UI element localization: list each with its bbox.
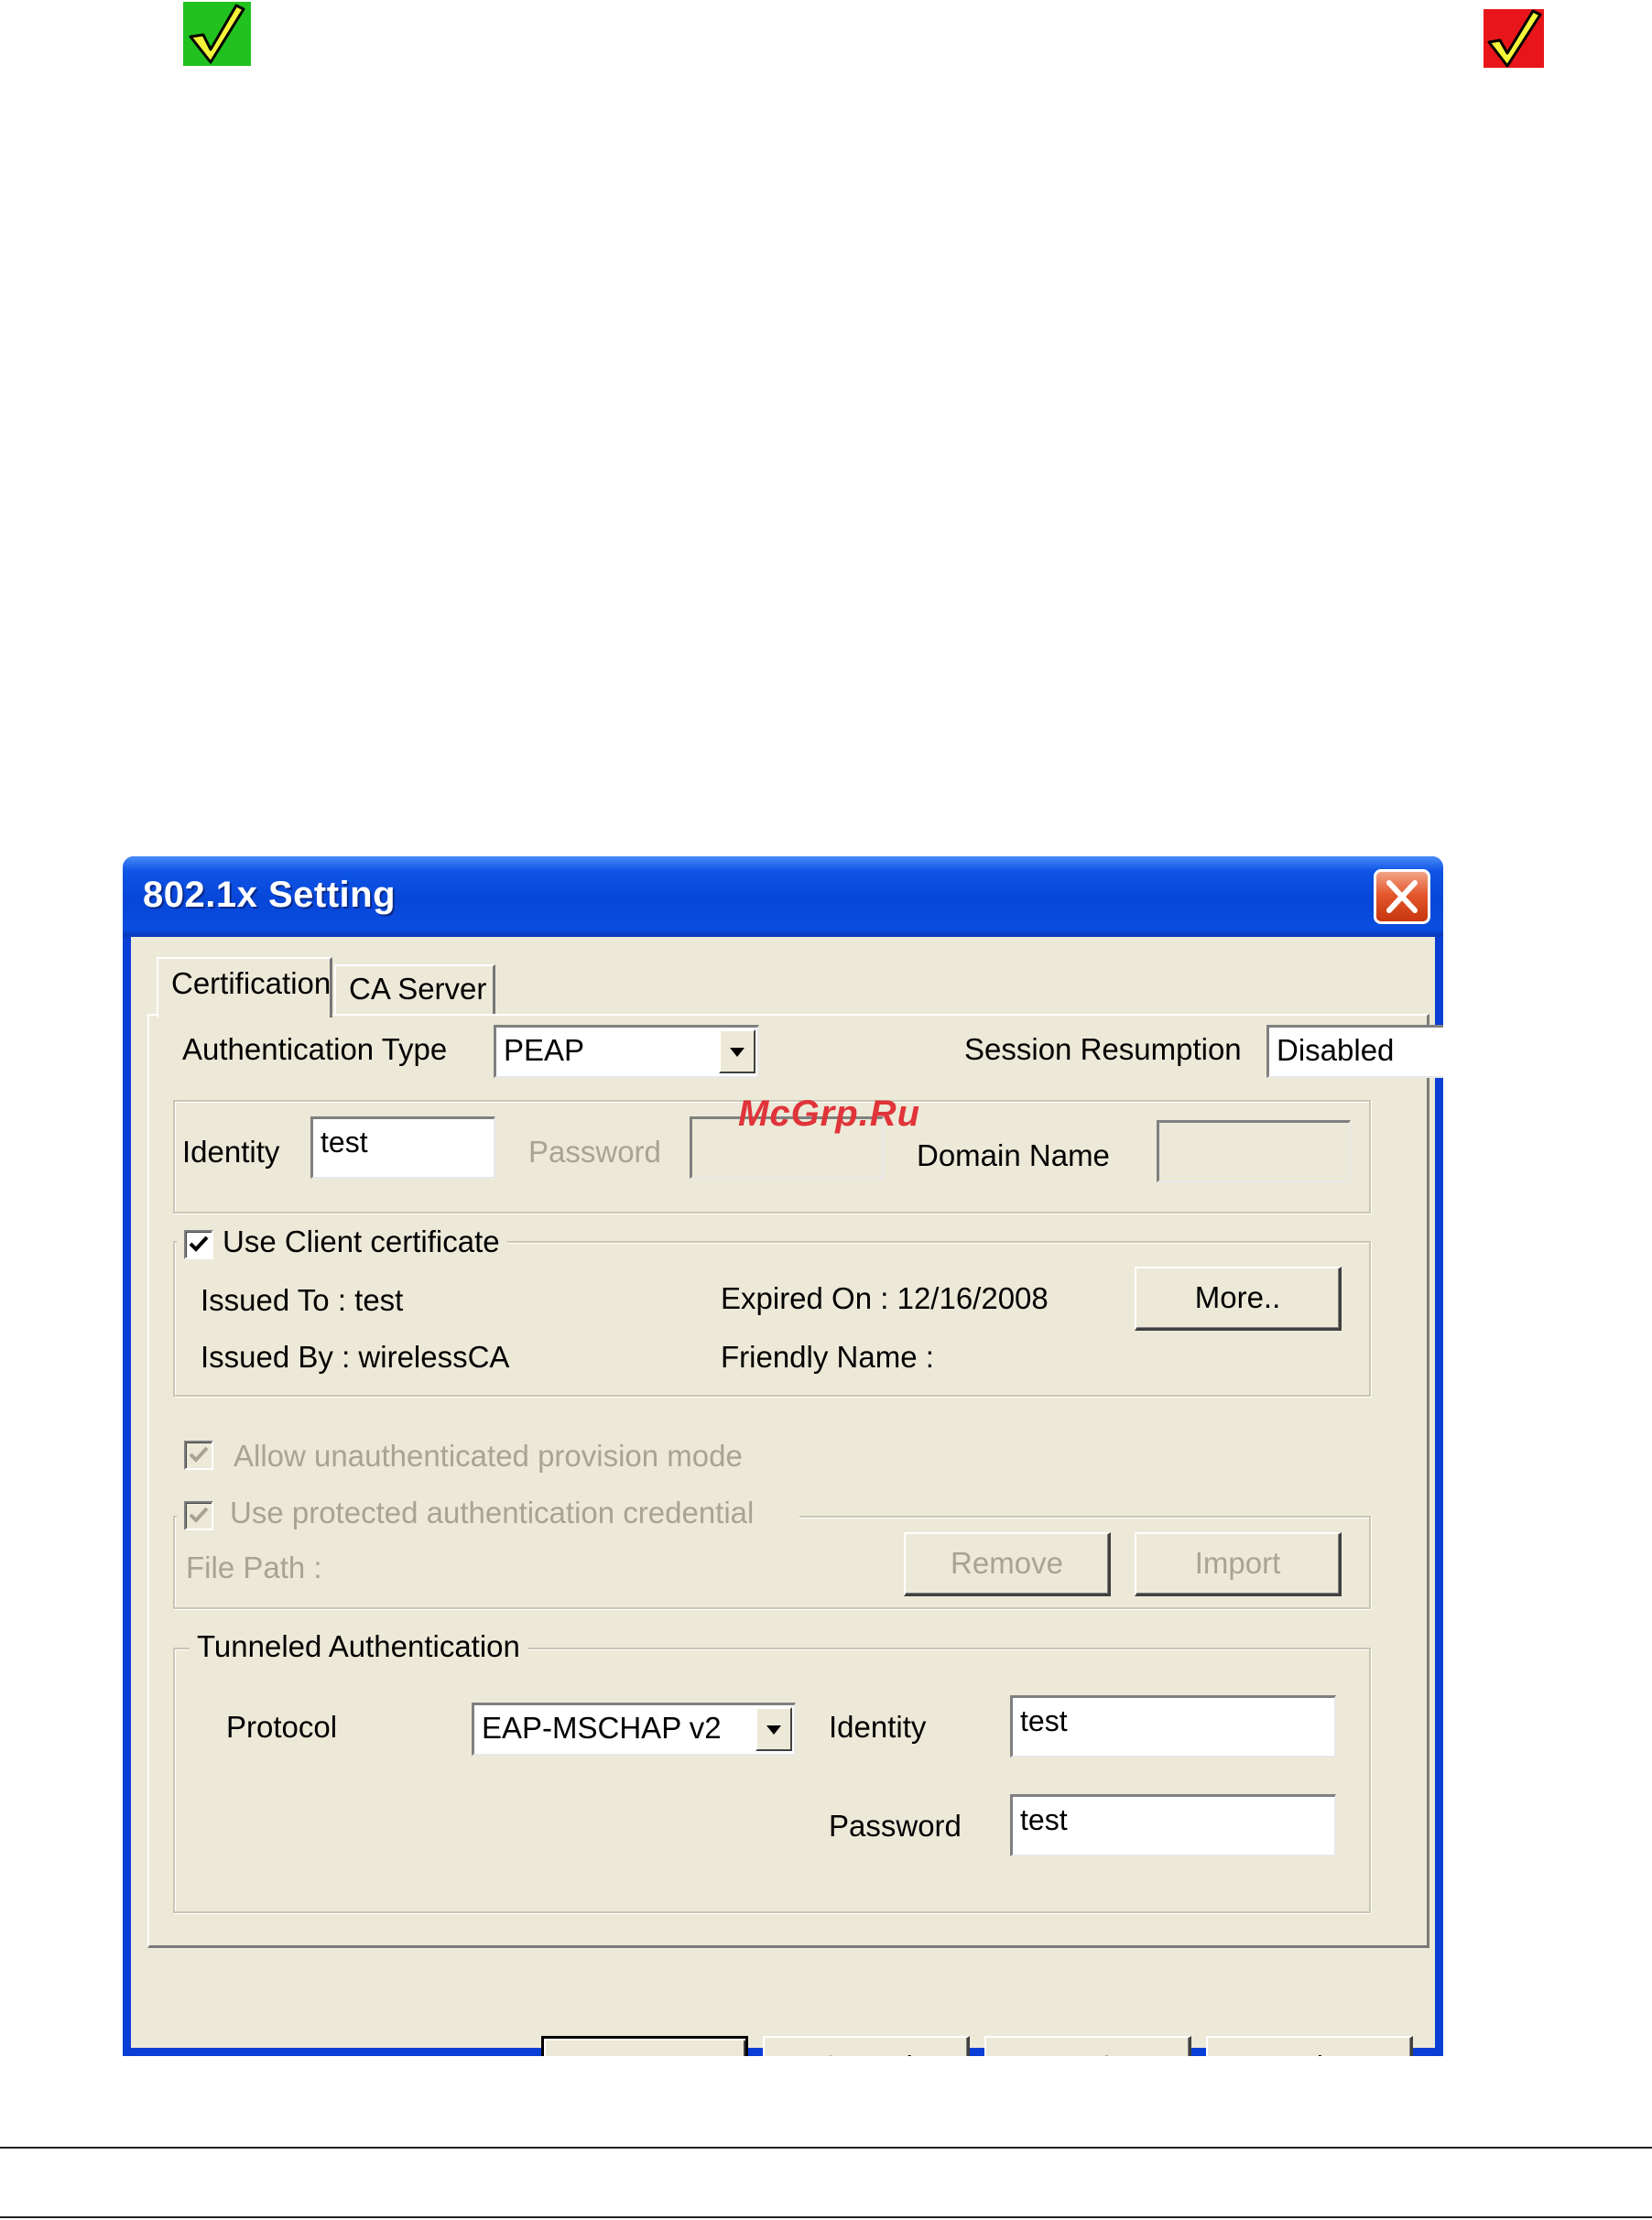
page-rule-top	[0, 2147, 1652, 2149]
tab-ca-server[interactable]: CA Server	[334, 964, 495, 1016]
tab-certification[interactable]: Certification	[157, 957, 332, 1018]
help-button[interactable]: Help	[1206, 2036, 1413, 2056]
protocol-value: EAP-MSCHAP v2	[482, 1711, 722, 1745]
tunneled-authentication-group	[173, 1648, 1371, 1913]
identity-label: Identity	[182, 1135, 280, 1169]
tunneled-password-label: Password	[829, 1809, 962, 1843]
tunneled-identity-label: Identity	[829, 1710, 927, 1744]
authentication-type-select[interactable]: PEAP	[494, 1025, 759, 1078]
dialog-title: 802.1x Setting	[143, 875, 397, 915]
checkmark-icon	[189, 1446, 209, 1463]
dialog-802-1x-setting: 802.1x Setting Certification CA Server A…	[123, 856, 1443, 2056]
red-check-icon	[1484, 9, 1544, 68]
expired-on-text: Expired On : 12/16/2008	[721, 1281, 1049, 1315]
more-button[interactable]: More..	[1135, 1267, 1342, 1331]
close-button[interactable]	[1374, 869, 1430, 924]
password-label: Password	[528, 1135, 661, 1169]
import-button[interactable]: Import	[1135, 1532, 1342, 1596]
watermark-text: McGrp.Ru	[738, 1094, 921, 1134]
allow-unauthenticated-checkbox[interactable]	[184, 1441, 213, 1470]
domain-name-input[interactable]	[1157, 1120, 1351, 1182]
tunneled-authentication-legend: Tunneled Authentication	[190, 1629, 527, 1664]
file-path-label: File Path :	[186, 1551, 322, 1584]
chevron-down-icon	[766, 1725, 781, 1735]
session-resumption-label: Session Resumption	[964, 1032, 1242, 1066]
page-rule-bottom	[0, 2216, 1652, 2218]
remove-button[interactable]: Remove	[904, 1532, 1111, 1596]
friendly-name-text: Friendly Name :	[721, 1340, 934, 1374]
domain-name-label: Domain Name	[917, 1138, 1110, 1172]
issued-to-text: Issued To : test	[201, 1283, 404, 1317]
issued-by-text: Issued By : wirelessCA	[201, 1340, 510, 1374]
chevron-down-icon	[730, 1048, 744, 1057]
client-certificate-legend: Use Client certificate	[177, 1224, 507, 1259]
tunneled-password-input[interactable]: test	[1010, 1794, 1336, 1856]
session-resumption-value: Disabled	[1277, 1033, 1395, 1067]
authentication-type-label: Authentication Type	[182, 1032, 448, 1066]
title-bar[interactable]: 802.1x Setting	[123, 856, 1443, 937]
checkmark-icon	[189, 1235, 209, 1252]
session-resumption-select[interactable]: Disabled	[1266, 1025, 1443, 1078]
protocol-dropdown-button[interactable]	[755, 1707, 792, 1751]
use-client-certificate-label: Use Client certificate	[223, 1224, 500, 1258]
allow-unauthenticated-label: Allow unauthenticated provision mode	[234, 1439, 743, 1473]
certification-panel: Authentication Type PEAP Session Resumpt…	[147, 1014, 1443, 1948]
protected-credential-legend: Use protected authentication credential	[177, 1496, 799, 1530]
close-icon	[1386, 880, 1418, 913]
identity-input[interactable]: test	[310, 1116, 495, 1179]
authentication-type-value: PEAP	[504, 1033, 585, 1067]
cancel-button[interactable]: Cancel	[763, 2036, 970, 2056]
apply-button[interactable]: Apply	[984, 2036, 1191, 2056]
ok-button[interactable]: OK	[541, 2036, 748, 2056]
use-protected-credential-checkbox[interactable]	[184, 1501, 213, 1530]
authentication-type-dropdown-button[interactable]	[719, 1029, 755, 1073]
tunneled-identity-input[interactable]: test	[1010, 1695, 1336, 1758]
use-client-certificate-checkbox[interactable]	[184, 1230, 213, 1259]
protocol-select[interactable]: EAP-MSCHAP v2	[472, 1703, 796, 1756]
checkmark-icon	[189, 1507, 209, 1523]
green-check-icon	[183, 2, 251, 66]
use-protected-credential-label: Use protected authentication credential	[230, 1496, 755, 1529]
protocol-label: Protocol	[226, 1710, 338, 1744]
